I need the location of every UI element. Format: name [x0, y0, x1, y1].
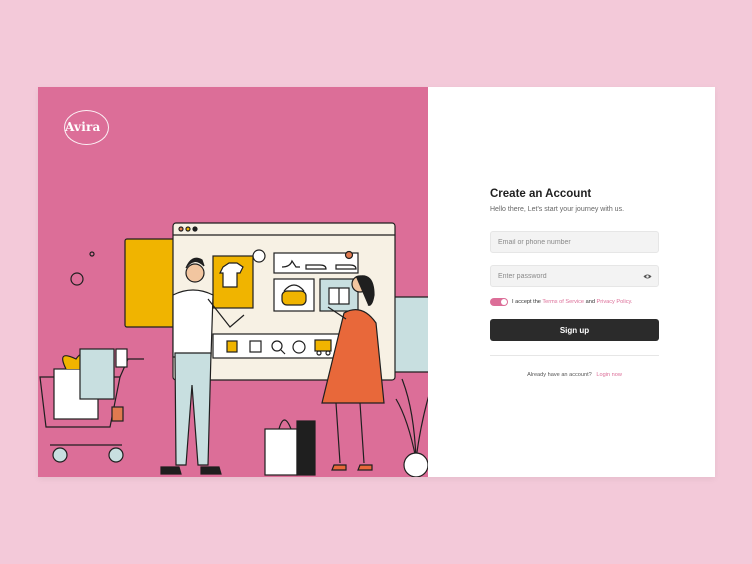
form-title: Create an Account — [490, 188, 592, 200]
privacy-policy-link[interactable]: Privacy Policy. — [597, 299, 633, 305]
plant-icon — [395, 378, 428, 460]
handbag-icon — [281, 290, 307, 306]
signup-card: Avira Create an Account Hello there, Let… — [38, 87, 715, 477]
shopping-bag-icon — [296, 420, 316, 476]
man-pants — [174, 352, 212, 466]
terms-toggle[interactable] — [490, 298, 508, 306]
toggle-knob — [501, 299, 507, 305]
login-link[interactable]: Login now — [596, 372, 622, 378]
decor-dot — [89, 251, 95, 257]
terms-and: and — [585, 299, 595, 305]
password-field[interactable] — [491, 266, 658, 286]
window-dot — [178, 226, 184, 232]
box-in-cart — [79, 348, 115, 400]
cart-wheel — [108, 447, 124, 463]
shopping-illustration — [39, 222, 428, 477]
divider — [490, 355, 659, 356]
signup-button[interactable]: Sign up — [490, 319, 659, 341]
truck-icon — [314, 339, 332, 352]
email-field-container — [490, 231, 659, 253]
terms-prefix: I accept the — [512, 299, 541, 305]
cart-wheel — [52, 447, 68, 463]
terms-of-service-link[interactable]: Terms of Service — [542, 299, 584, 305]
plant-pot — [403, 452, 428, 477]
price-tag-icon — [252, 249, 266, 263]
decor-circle — [70, 272, 84, 286]
price-tag-icon — [115, 348, 128, 368]
login-prompt: Already have an account? — [527, 372, 592, 378]
shopping-bag-icon — [226, 340, 238, 353]
signup-form-panel: Create an Account Hello there, Let's sta… — [428, 87, 715, 477]
form-subtitle: Hello there, Let's start your journey wi… — [490, 206, 625, 213]
password-field-container — [490, 265, 659, 287]
login-row: Already have an account? Login now — [490, 372, 659, 378]
badge-dot — [344, 250, 354, 260]
illustration-panel: Avira — [38, 87, 428, 477]
window-dot — [192, 226, 198, 232]
man-head — [185, 263, 205, 283]
window-dot — [185, 226, 191, 232]
eye-icon[interactable] — [643, 273, 652, 280]
terms-text: I accept the Terms of Service and Privac… — [512, 299, 632, 305]
email-field[interactable] — [491, 232, 658, 252]
shopping-bag-icon — [264, 428, 298, 476]
man-shirt — [172, 289, 214, 358]
